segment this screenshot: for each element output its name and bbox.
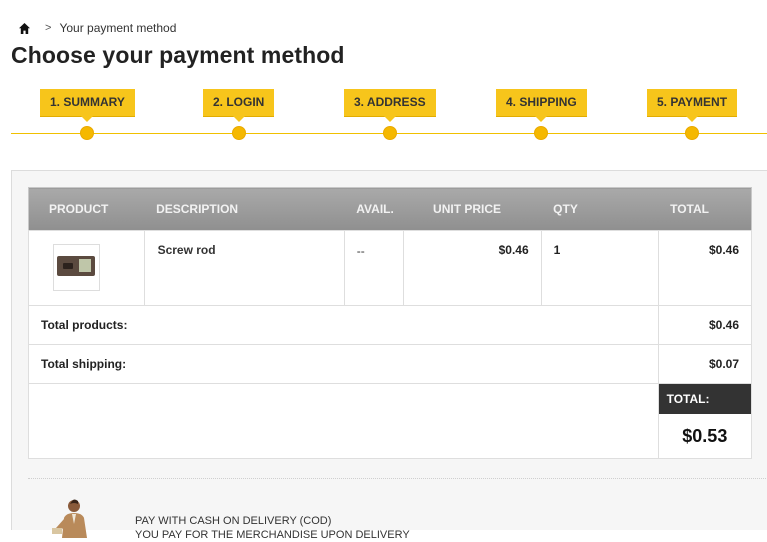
product-name[interactable]: Screw rod [143,230,345,306]
checkout-steps: 1. SUMMARY 2. LOGIN 3. ADDRESS 4. SHIPPI… [11,89,767,144]
col-total: TOTAL [658,187,752,231]
grand-total-cell: TOTAL: $0.53 [657,383,753,459]
step-summary[interactable]: 1. SUMMARY [40,89,135,139]
total-products-row: Total products: $0.46 [28,305,753,345]
step-login-dot [232,127,245,139]
product-total: $0.46 [657,230,753,306]
step-address-label: 3. ADDRESS [344,89,436,122]
home-icon[interactable] [18,22,31,35]
cod-option[interactable]: PAY WITH CASH ON DELIVERY (COD) YOU PAY … [135,514,410,542]
page-title: Choose your payment method [11,42,345,68]
breadcrumb-current: Your payment method [59,21,177,35]
section-divider [28,478,767,479]
grand-total-label: TOTAL: [658,384,751,414]
total-products-label: Total products: [28,305,659,345]
step-shipping-dot [535,127,548,139]
table-row: Screw rod -- $0.46 1 $0.46 [28,230,753,306]
cart-table: PRODUCT DESCRIPTION AVAIL. UNIT PRICE QT… [28,187,753,459]
total-shipping-label: Total shipping: [28,344,659,384]
product-availability: -- [343,230,404,306]
product-qty: 1 [540,230,659,306]
step-payment-dot [686,127,699,139]
total-products-value: $0.46 [657,305,753,345]
step-payment[interactable]: 5. PAYMENT [647,89,738,139]
step-login-label: 2. LOGIN [203,89,275,122]
step-address-dot [383,127,396,139]
grand-total-value: $0.53 [682,426,728,446]
col-unit-price: UNIT PRICE [403,187,542,231]
col-avail: AVAIL. [344,187,404,231]
product-unit-price: $0.46 [402,230,542,306]
step-summary-dot [81,127,94,139]
total-shipping-row: Total shipping: $0.07 [28,344,753,384]
col-qty: QTY [541,187,659,231]
cod-title[interactable]: PAY WITH CASH ON DELIVERY (COD) [135,514,410,528]
grand-total-row: TOTAL: $0.53 [28,383,753,459]
col-product: PRODUCT [28,187,145,231]
cart-panel: PRODUCT DESCRIPTION AVAIL. UNIT PRICE QT… [11,170,767,541]
breadcrumb-separator: > [45,22,52,34]
cod-subtitle: YOU PAY FOR THE MERCHANDISE UPON DELIVER… [135,529,410,541]
grand-total-spacer [28,383,659,459]
cart-header-row: PRODUCT DESCRIPTION AVAIL. UNIT PRICE QT… [28,187,752,231]
step-login[interactable]: 2. LOGIN [203,89,275,139]
breadcrumb: > Your payment method [18,20,176,36]
step-summary-label: 1. SUMMARY [40,89,135,122]
step-shipping-label: 4. SHIPPING [496,89,587,122]
step-shipping[interactable]: 4. SHIPPING [496,89,587,139]
product-cell [28,230,145,306]
cod-person-icon[interactable] [42,498,102,538]
step-address[interactable]: 3. ADDRESS [344,89,436,139]
product-thumbnail[interactable] [53,244,100,291]
step-payment-label: 5. PAYMENT [647,89,738,122]
col-description: DESCRIPTION [144,187,345,231]
total-shipping-value: $0.07 [657,344,753,384]
